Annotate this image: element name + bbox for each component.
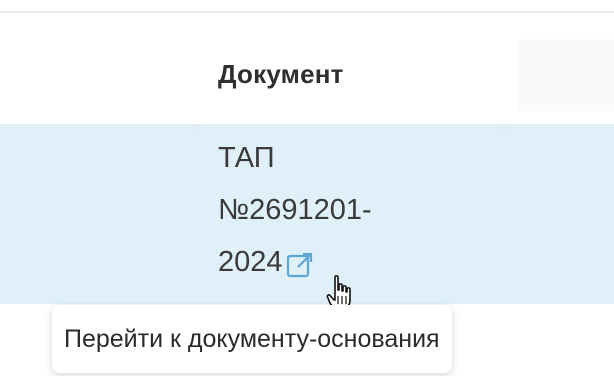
document-number-text: №2691201- — [218, 194, 372, 226]
tooltip: Перейти к документу-основания — [52, 305, 452, 373]
table-header-row: Документ — [0, 13, 614, 123]
column-divider — [193, 124, 195, 130]
column-header-document[interactable]: Документ — [218, 59, 344, 90]
external-link-svg — [286, 252, 312, 278]
document-type-text: ТАП — [218, 142, 275, 174]
external-link-icon[interactable] — [285, 245, 315, 278]
document-year-line: 2024 — [218, 236, 315, 288]
header-next-column — [518, 39, 614, 111]
document-cell: ТАП №2691201- 2024 — [218, 132, 372, 288]
column-divider — [503, 124, 505, 130]
document-year-text: 2024 — [218, 246, 283, 278]
tooltip-text: Перейти к документу-основания — [64, 324, 440, 353]
